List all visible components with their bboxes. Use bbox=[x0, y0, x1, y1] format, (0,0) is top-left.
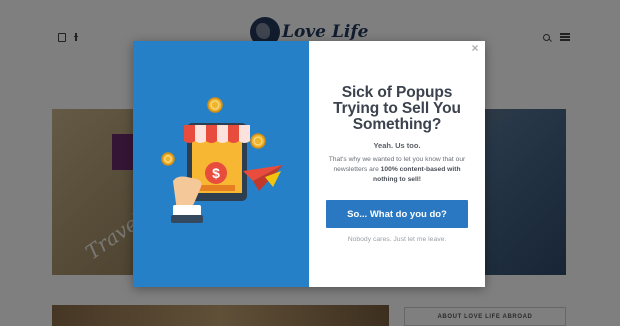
cta-button[interactable]: So... What do you do? bbox=[326, 200, 468, 228]
paper-plane-icon bbox=[243, 165, 283, 191]
dismiss-link[interactable]: Nobody cares. Just let me leave. bbox=[309, 236, 485, 243]
popup-title-line: Trying to Sell You bbox=[333, 100, 461, 117]
popup-body: That's why we wanted to let you know tha… bbox=[325, 155, 469, 185]
coin-icon bbox=[161, 152, 175, 166]
popup-illustration-panel: $ bbox=[133, 41, 309, 287]
popup-body-emphasis: 100% content-based with nothing to sell! bbox=[373, 166, 461, 183]
popup-title-line: Something? bbox=[352, 116, 442, 133]
popup-content-panel: × Sick of Popups Trying to Sell You Some… bbox=[309, 41, 485, 287]
dollar-sign-icon: $ bbox=[205, 162, 227, 184]
popup-subhead: Yeah. Us too. bbox=[373, 141, 421, 150]
shop-illustration: $ bbox=[161, 97, 283, 223]
newsletter-popup: $ × Sick of Popups Trying to Sell You So… bbox=[133, 41, 485, 287]
popup-title-line: Sick of Popups bbox=[341, 84, 453, 101]
close-button[interactable]: × bbox=[469, 42, 481, 54]
popup-title: Sick of Popups Trying to Sell You Someth… bbox=[309, 85, 485, 133]
coin-icon bbox=[207, 97, 223, 113]
svg-text:$: $ bbox=[212, 165, 220, 181]
coin-icon bbox=[250, 133, 266, 149]
